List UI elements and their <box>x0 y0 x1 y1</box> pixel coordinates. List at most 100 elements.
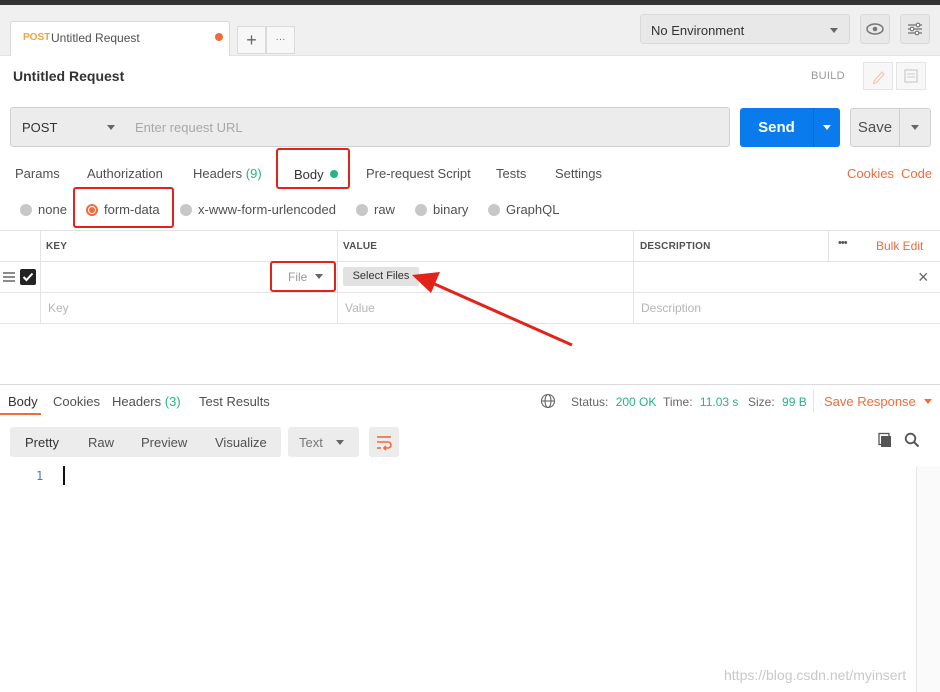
text-cursor <box>63 466 65 485</box>
save-response-button[interactable]: Save Response <box>824 394 933 409</box>
send-options-button[interactable] <box>813 108 840 147</box>
status-value: 200 OK <box>615 395 657 409</box>
tab-headers-label: Headers <box>193 166 243 181</box>
response-tab-headers[interactable]: Headers (3) <box>112 394 181 409</box>
value-input[interactable]: Value <box>345 301 375 315</box>
copy-icon[interactable] <box>877 432 893 451</box>
environment-select[interactable]: No Environment <box>640 14 850 44</box>
radio-circle <box>180 204 192 216</box>
request-tab-method: POST <box>23 32 51 43</box>
send-button[interactable]: Send <box>740 108 813 147</box>
description-column-header: DESCRIPTION <box>640 241 711 252</box>
sliders-icon <box>908 22 922 36</box>
radio-binary-label: binary <box>433 202 469 217</box>
tab-settings[interactable]: Settings <box>555 166 602 181</box>
value-column-header: VALUE <box>343 241 378 252</box>
chevron-down-icon <box>336 440 344 445</box>
size-label: Size: <box>748 395 775 409</box>
drag-handle-icon[interactable] <box>2 270 16 287</box>
radio-binary[interactable]: binary <box>415 202 468 217</box>
column-divider <box>337 231 338 323</box>
tab-authorization[interactable]: Authorization <box>87 166 163 181</box>
bulk-edit-link[interactable]: Bulk Edit <box>876 239 923 253</box>
size-info: Size: 99 B <box>748 395 807 409</box>
column-divider <box>40 231 41 323</box>
row-enabled-checkbox[interactable] <box>20 269 36 285</box>
manage-environments-button[interactable] <box>900 14 930 44</box>
time-label: Time: <box>663 395 693 409</box>
response-tab-test-results[interactable]: Test Results <box>199 394 270 409</box>
url-input[interactable] <box>125 107 730 147</box>
build-mode-label[interactable]: BUILD <box>811 70 845 82</box>
tab-headers[interactable]: Headers (9) <box>193 166 262 181</box>
documentation-button[interactable] <box>896 62 926 90</box>
key-type-select[interactable]: File <box>288 270 323 284</box>
language-selected: Text <box>299 435 323 450</box>
environment-quick-look-button[interactable] <box>860 14 890 44</box>
active-tab-underline <box>0 413 41 415</box>
save-response-label: Save Response <box>824 394 916 409</box>
chevron-down-icon <box>830 28 838 33</box>
radio-form-data[interactable]: form-data <box>86 202 160 217</box>
response-tab-body[interactable]: Body <box>8 394 38 409</box>
time-value: 11.03 s <box>699 395 739 409</box>
format-pretty[interactable]: Pretty <box>25 435 59 450</box>
active-dot-icon <box>330 170 339 178</box>
more-options-icon[interactable]: ••• <box>838 237 848 249</box>
pencil-icon <box>872 71 885 85</box>
radio-none-label: none <box>38 202 67 217</box>
method-select[interactable]: POST <box>10 107 126 147</box>
response-tab-headers-label: Headers <box>112 394 162 409</box>
cookies-link[interactable]: Cookies <box>847 166 894 181</box>
tab-body[interactable]: Body <box>294 167 339 182</box>
tab-params[interactable]: Params <box>15 166 60 181</box>
key-type-label: File <box>288 270 308 284</box>
more-icon: ··· <box>275 34 286 45</box>
response-tab-headers-count: (3) <box>164 394 181 409</box>
format-visualize[interactable]: Visualize <box>215 435 267 450</box>
wrap-lines-button[interactable] <box>369 427 399 457</box>
radio-circle <box>415 204 427 216</box>
response-tab-cookies[interactable]: Cookies <box>53 394 100 409</box>
chevron-down-icon <box>911 125 919 130</box>
format-raw[interactable]: Raw <box>88 435 114 450</box>
code-link[interactable]: Code <box>901 166 932 181</box>
radio-urlencoded[interactable]: x-www-form-urlencoded <box>180 202 336 217</box>
chevron-down-icon <box>924 399 933 404</box>
save-button[interactable]: Save <box>850 108 900 147</box>
document-icon <box>904 69 918 83</box>
request-tab[interactable]: POST Untitled Request <box>10 21 230 56</box>
chevron-down-icon <box>314 274 323 279</box>
tab-headers-count: (9) <box>245 166 262 181</box>
key-input[interactable]: Key <box>48 301 69 315</box>
column-divider <box>633 231 634 323</box>
unsaved-dot-icon <box>215 33 223 41</box>
tab-pre-request-script[interactable]: Pre-request Script <box>366 166 471 181</box>
chevron-down-icon <box>823 125 831 130</box>
watermark: https://blog.csdn.net/myinsert <box>724 667 907 683</box>
radio-graphql[interactable]: GraphQL <box>488 202 559 217</box>
save-options-button[interactable] <box>899 108 931 147</box>
annotation-arrow-icon <box>412 272 573 347</box>
close-icon[interactable]: × <box>918 267 929 288</box>
search-icon[interactable] <box>904 432 920 451</box>
editor-scrollbar[interactable] <box>916 466 940 692</box>
tab-tests[interactable]: Tests <box>496 166 526 181</box>
language-select[interactable]: Text <box>288 427 359 457</box>
edit-request-button[interactable] <box>863 62 893 90</box>
time-info: Time: 11.03 s <box>663 395 738 409</box>
radio-form-data-label: form-data <box>104 202 160 217</box>
globe-icon[interactable] <box>540 393 556 412</box>
radio-graphql-label: GraphQL <box>506 202 560 217</box>
radio-raw[interactable]: raw <box>356 202 395 217</box>
chevron-down-icon <box>107 125 115 130</box>
tab-body-label: Body <box>294 167 324 182</box>
request-title: Untitled Request <box>13 68 125 84</box>
format-preview[interactable]: Preview <box>141 435 187 450</box>
tab-options-button[interactable]: ··· <box>266 26 295 54</box>
radio-none[interactable]: none <box>20 202 67 217</box>
new-tab-button[interactable]: + <box>237 26 266 54</box>
radio-circle-selected <box>86 204 98 216</box>
request-tab-title: Untitled Request <box>51 31 140 45</box>
description-input[interactable]: Description <box>641 301 701 315</box>
